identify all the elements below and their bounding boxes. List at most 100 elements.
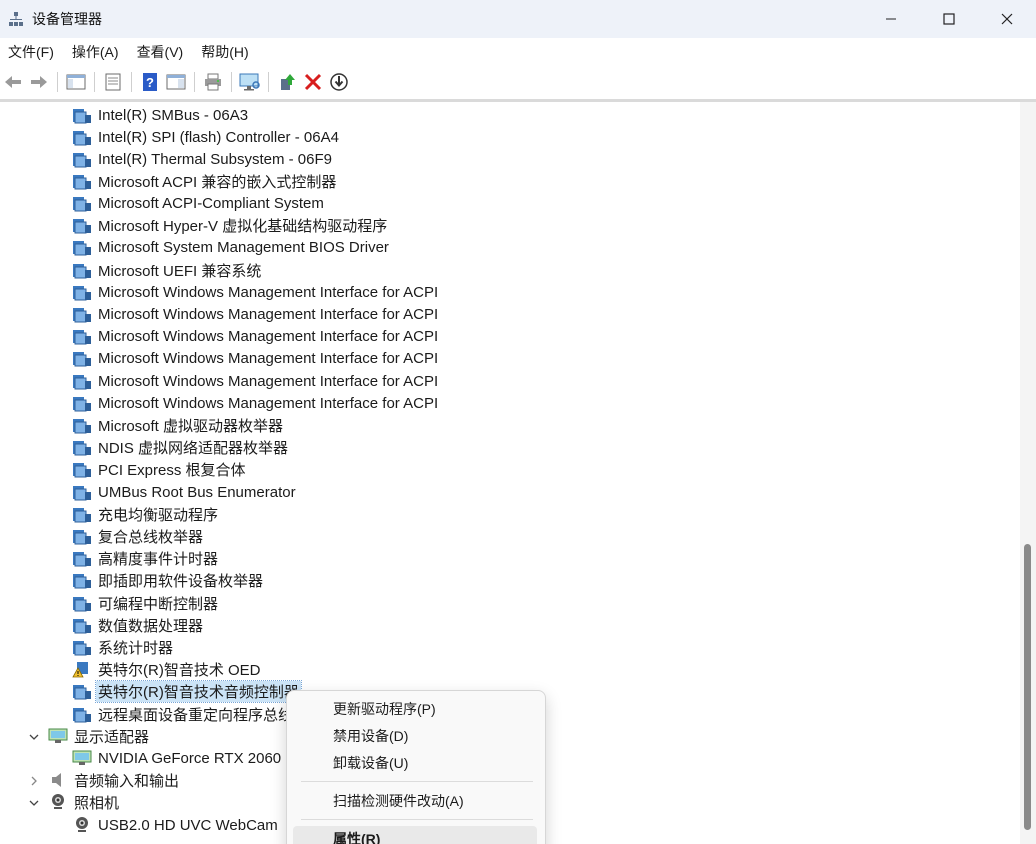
- menu-separator: [301, 819, 533, 820]
- tree-device-label: Microsoft Windows Management Interface f…: [98, 349, 439, 367]
- forward-button[interactable]: [28, 71, 50, 93]
- help-icon: ?: [143, 73, 157, 91]
- tree-device-label: 英特尔(R)智音技术 OED: [98, 661, 261, 679]
- print-button[interactable]: [202, 71, 224, 93]
- chevron-down-icon: [29, 734, 39, 740]
- tree-device-item[interactable]: 复合总线枚举器: [72, 525, 203, 547]
- tree-device-item[interactable]: 可编程中断控制器: [72, 592, 218, 614]
- minimize-icon: [886, 18, 896, 20]
- tree-device-item[interactable]: 高精度事件计时器: [72, 547, 218, 569]
- tree-device-label: Intel(R) SMBus - 06A3: [98, 106, 249, 124]
- action-pane-button[interactable]: [165, 71, 187, 93]
- expand-display-adapters[interactable]: [28, 731, 40, 743]
- tree-device-item[interactable]: Microsoft Windows Management Interface f…: [72, 303, 438, 325]
- menu-action[interactable]: 操作(A): [64, 38, 129, 66]
- scan-hardware-icon: [239, 73, 260, 91]
- tree-device-item[interactable]: Microsoft Windows Management Interface f…: [72, 370, 438, 392]
- tree-device-item[interactable]: PCI Express 根复合体: [72, 458, 246, 480]
- update-driver-button[interactable]: [276, 71, 298, 93]
- tree-device-item[interactable]: Microsoft Hyper-V 虚拟化基础结构驱动程序: [72, 214, 387, 236]
- tree-device-item-selected[interactable]: 英特尔(R)智音技术音频控制器: [72, 679, 302, 703]
- back-button[interactable]: [2, 71, 24, 93]
- system-device-icon: [73, 286, 91, 301]
- menu-item-scan-hardware[interactable]: 扫描检测硬件改动(A): [293, 788, 537, 814]
- scrollbar-thumb[interactable]: [1024, 544, 1031, 830]
- system-device-icon: [73, 219, 91, 234]
- tree-device-item[interactable]: Intel(R) SPI (flash) Controller - 06A4: [72, 126, 339, 148]
- menu-help[interactable]: 帮助(H): [193, 38, 258, 66]
- tree-device-item[interactable]: UMBus Root Bus Enumerator: [72, 481, 296, 503]
- chevron-down-icon: [29, 800, 39, 806]
- expand-cameras[interactable]: [28, 797, 40, 809]
- properties-button[interactable]: [102, 71, 124, 93]
- tree-device-item[interactable]: NVIDIA GeForce RTX 2060: [72, 747, 281, 769]
- system-device-icon: [73, 264, 91, 279]
- tree-device-label: 高精度事件计时器: [98, 550, 219, 568]
- tree-device-label: Microsoft ACPI-Compliant System: [98, 194, 324, 212]
- toolbar-separator: [194, 72, 195, 92]
- show-hide-console-tree-button[interactable]: [65, 71, 87, 93]
- tree-device-label: Microsoft Windows Management Interface f…: [98, 305, 439, 323]
- tree-device-label: Microsoft ACPI 兼容的嵌入式控制器: [98, 173, 337, 191]
- tree-device-item[interactable]: 远程桌面设备重定向程序总线: [72, 703, 293, 725]
- menu-file[interactable]: 文件(F): [0, 38, 64, 66]
- maximize-icon: [943, 13, 955, 25]
- tree-category-audio-io[interactable]: 音频输入和输出: [48, 769, 179, 791]
- tree-device-item[interactable]: Microsoft UEFI 兼容系统: [72, 259, 261, 281]
- close-icon: [1001, 13, 1013, 25]
- menu-item-uninstall-device[interactable]: 卸载设备(U): [293, 750, 537, 776]
- speaker-icon: [52, 773, 61, 787]
- display-adapter-icon: [48, 728, 68, 743]
- menu-item-properties[interactable]: 属性(R): [293, 826, 537, 844]
- help-button[interactable]: ?: [139, 71, 161, 93]
- system-device-icon: [73, 175, 91, 190]
- menu-bar: 文件(F) 操作(A) 查看(V) 帮助(H): [0, 38, 1036, 66]
- close-button[interactable]: [978, 0, 1036, 38]
- maximize-button[interactable]: [920, 0, 978, 38]
- tree-device-item-warning[interactable]: 英特尔(R)智音技术 OED: [72, 658, 261, 680]
- tree-device-item[interactable]: 即插即用软件设备枚举器: [72, 569, 263, 591]
- menu-item-label: 属性(R): [333, 831, 381, 844]
- tree-device-label: 即插即用软件设备枚举器: [98, 572, 264, 590]
- scan-hardware-button[interactable]: [239, 71, 261, 93]
- tree-device-label: 数值数据处理器: [98, 617, 204, 635]
- tree-device-item[interactable]: Microsoft Windows Management Interface f…: [72, 325, 438, 347]
- show-hide-console-tree-icon: [66, 74, 86, 90]
- system-device-icon: [73, 597, 91, 612]
- back-icon: [5, 76, 21, 88]
- tree-device-item[interactable]: Microsoft Windows Management Interface f…: [72, 392, 438, 414]
- menu-item-label: 扫描检测硬件改动(A): [333, 793, 464, 809]
- system-device-icon: [73, 241, 91, 256]
- toolbar: ?: [0, 66, 1036, 98]
- tree-device-item[interactable]: Intel(R) SMBus - 06A3: [72, 104, 248, 126]
- tree-device-label: NDIS 虚拟网络适配器枚举器: [98, 439, 289, 457]
- tree-device-item[interactable]: Microsoft Windows Management Interface f…: [72, 281, 438, 303]
- tree-category-cameras[interactable]: 照相机: [48, 791, 119, 813]
- tree-device-item[interactable]: Microsoft Windows Management Interface f…: [72, 347, 438, 369]
- disable-device-button[interactable]: [328, 71, 350, 93]
- tree-device-item[interactable]: Microsoft ACPI-Compliant System: [72, 192, 324, 214]
- expand-audio-io[interactable]: [28, 775, 40, 787]
- tree-device-item[interactable]: 充电均衡驱动程序: [72, 503, 218, 525]
- tree-device-label: 英特尔(R)智音技术音频控制器: [95, 679, 302, 703]
- tree-device-item[interactable]: Microsoft 虚拟驱动器枚举器: [72, 414, 283, 436]
- tree-category-display-adapters[interactable]: 显示适配器: [48, 725, 149, 747]
- tree-device-item[interactable]: Microsoft System Management BIOS Driver: [72, 236, 389, 258]
- tree-device-item[interactable]: USB2.0 HD UVC WebCam: [72, 814, 278, 836]
- toolbar-separator: [57, 72, 58, 92]
- tree-device-item[interactable]: Microsoft ACPI 兼容的嵌入式控制器: [72, 170, 336, 192]
- vertical-scrollbar[interactable]: [1020, 102, 1036, 844]
- menu-item-disable-device[interactable]: 禁用设备(D): [293, 723, 537, 749]
- tree-device-item[interactable]: NDIS 虚拟网络适配器枚举器: [72, 436, 288, 458]
- menu-view[interactable]: 查看(V): [129, 38, 194, 66]
- uninstall-device-button[interactable]: [302, 71, 324, 93]
- tree-device-item[interactable]: 数值数据处理器: [72, 614, 203, 636]
- tree-category-label: 照相机: [74, 794, 120, 812]
- tree-device-item[interactable]: 系统计时器: [72, 636, 173, 658]
- menu-item-update-driver[interactable]: 更新驱动程序(P): [293, 696, 537, 722]
- minimize-button[interactable]: [862, 0, 920, 38]
- title-bar: 设备管理器: [0, 0, 1036, 38]
- system-device-icon: [73, 619, 91, 634]
- tree-category-label: 音频输入和输出: [74, 772, 180, 790]
- tree-device-item[interactable]: Intel(R) Thermal Subsystem - 06F9: [72, 148, 332, 170]
